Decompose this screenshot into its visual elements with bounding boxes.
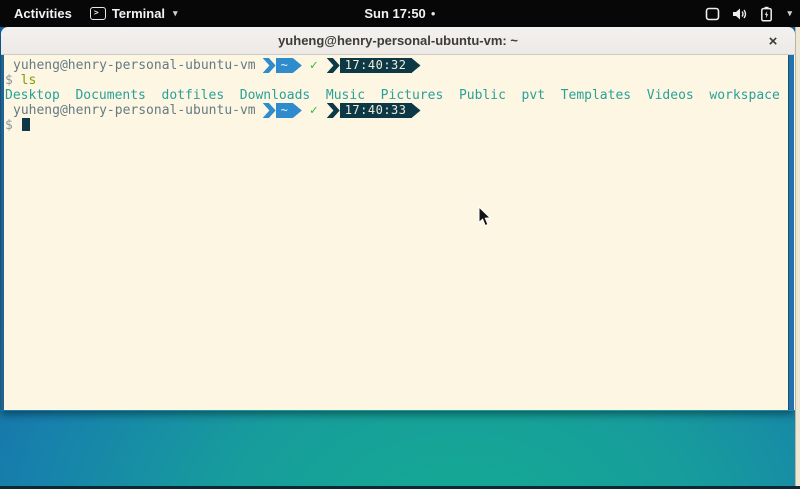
directory-entry: dotfiles: [162, 88, 225, 103]
terminal-content[interactable]: yuheng@henry-personal-ubuntu-vm ~ ✓ 17:4…: [1, 55, 795, 410]
prompt-host: yuheng@henry-personal-ubuntu-vm: [13, 58, 256, 73]
top-bar: Activities > Terminal ▾ Sun 17:50 ●: [0, 0, 800, 27]
powerline-cwd-segment: ~: [263, 58, 302, 73]
ls-output-line: Desktop Documents dotfiles Downloads Music Pi…: [5, 88, 795, 103]
status-check-icon: ✓: [310, 103, 318, 118]
timestamp: 17:40:33: [340, 103, 412, 118]
app-menu-terminal[interactable]: > Terminal ▾: [90, 6, 178, 21]
system-status-area[interactable]: ▾: [705, 0, 792, 27]
chevron-down-icon: ▾: [173, 8, 178, 19]
input-line[interactable]: $: [5, 118, 795, 133]
battery-charging-icon: [760, 6, 773, 22]
terminal-icon: >: [90, 7, 106, 20]
prompt-host: yuheng@henry-personal-ubuntu-vm: [13, 103, 256, 118]
directory-entry: Templates: [561, 88, 631, 103]
screen-icon: [705, 7, 720, 21]
desktop: Activities > Terminal ▾ Sun 17:50 ●: [0, 0, 800, 489]
directory-entry: Downloads: [240, 88, 310, 103]
app-menu-label: Terminal: [112, 6, 165, 21]
timestamp: 17:40:32: [340, 58, 412, 73]
command-line: $ ls: [5, 73, 795, 88]
prompt-symbol: $: [5, 118, 13, 133]
directory-entry: pvt: [522, 88, 545, 103]
cwd-label: ~: [276, 58, 293, 73]
powerline-tail-icon: [412, 58, 421, 73]
directory-entry: Desktop: [5, 88, 60, 103]
window-left-border: [1, 55, 4, 410]
prompt-line-1: yuheng@henry-personal-ubuntu-vm ~ ✓ 17:4…: [5, 58, 795, 73]
status-check-icon: ✓: [310, 58, 318, 73]
close-icon[interactable]: ×: [763, 31, 783, 51]
system-menu-chevron-icon: ▾: [787, 8, 792, 19]
directory-entry: Documents: [75, 88, 145, 103]
powerline-chevron-icon: [263, 58, 276, 73]
powerline-time-segment: 17:40:33: [327, 103, 421, 118]
powerline-time-segment: 17:40:32: [327, 58, 421, 73]
volume-icon: [732, 7, 748, 21]
powerline-chevron-icon: [263, 103, 276, 118]
directory-entry: Music: [326, 88, 365, 103]
powerline-tail-icon: [412, 103, 421, 118]
window-titlebar[interactable]: yuheng@henry-personal-ubuntu-vm: ~ ×: [1, 27, 795, 55]
clock-label: Sun 17:50: [364, 6, 425, 21]
notification-dot: ●: [431, 9, 436, 18]
directory-entry: workspace: [709, 88, 779, 103]
command-text: ls: [21, 73, 37, 88]
terminal-scrollbar[interactable]: [788, 55, 794, 410]
activities-button[interactable]: Activities: [10, 3, 76, 24]
powerline-chevron-icon: [327, 58, 340, 73]
directory-entry: Public: [459, 88, 506, 103]
cwd-label: ~: [276, 103, 293, 118]
prompt-symbol: $: [5, 73, 13, 88]
text-cursor: [22, 118, 30, 131]
directory-entry: Videos: [647, 88, 694, 103]
powerline-chevron-icon: [327, 103, 340, 118]
terminal-window: yuheng@henry-personal-ubuntu-vm: ~ × yuh…: [1, 27, 795, 411]
powerline-tail-icon: [293, 103, 302, 118]
window-title: yuheng@henry-personal-ubuntu-vm: ~: [278, 33, 518, 48]
powerline-cwd-segment: ~: [263, 103, 302, 118]
prompt-line-2: yuheng@henry-personal-ubuntu-vm ~ ✓ 17:4…: [5, 103, 795, 118]
powerline-tail-icon: [293, 58, 302, 73]
background-window-edge: [795, 27, 800, 489]
directory-entry: Pictures: [381, 88, 444, 103]
